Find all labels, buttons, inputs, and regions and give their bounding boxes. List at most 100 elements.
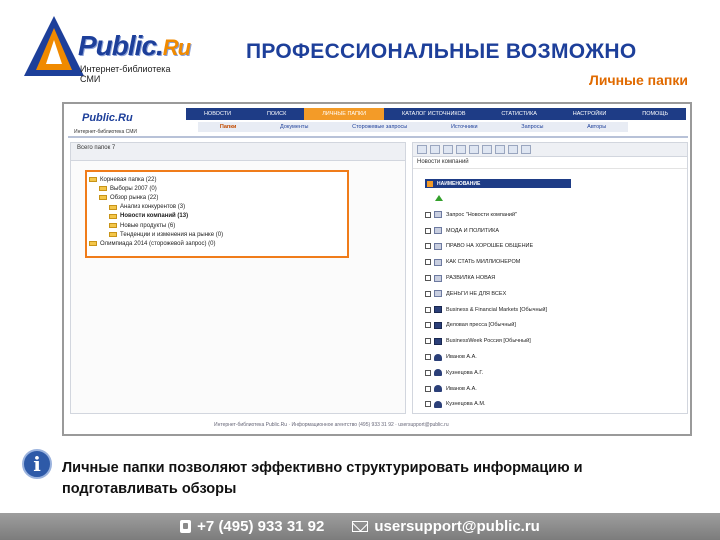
tree-node-label: Новые продукты (6) — [120, 222, 176, 229]
list-item[interactable]: Кузнецова А.Г. — [425, 365, 625, 381]
row-checkbox[interactable] — [425, 322, 431, 329]
tree-node[interactable]: Олимпиада 2014 (сторожевой запрос) (0) — [89, 239, 347, 248]
app-screenshot: Public.Ru Интернет-библиотека СМИ НОВОСТ… — [62, 102, 692, 436]
info-text: Личные папки позволяют эффективно структ… — [62, 460, 583, 497]
nav-tab-settings[interactable]: НАСТРОЙКИ — [555, 108, 624, 120]
list-item-label[interactable]: КАК СТАТЬ МИЛЛИОНЕРОМ — [446, 259, 520, 265]
folder-count: Всего папок 7 — [77, 145, 116, 151]
nav-tab-news[interactable]: НОВОСТИ — [186, 108, 249, 120]
select-all-checkbox[interactable] — [427, 180, 433, 187]
column-header-name[interactable]: НАИМЕНОВАНИЕ — [437, 181, 480, 187]
app-logo-title: Public.Ru — [82, 112, 133, 124]
row-checkbox[interactable] — [425, 338, 431, 345]
subnav-authors[interactable]: Авторы — [565, 122, 628, 132]
tree-node-label: Новости компаний (13) — [120, 213, 189, 220]
row-checkbox[interactable] — [425, 259, 431, 266]
list-item[interactable]: Иванов А.А. — [425, 349, 625, 365]
list-item-label[interactable]: РАЗВИЛКА НОВАЯ — [446, 275, 495, 281]
logo-tagline: Интернет-библиотека СМИ — [80, 64, 171, 84]
tree-node-label: Выборы 2007 (0) — [110, 185, 157, 192]
subnav-queries[interactable]: Запросы — [499, 122, 565, 132]
nav-tab-statistics[interactable]: СТАТИСТИКА — [483, 108, 554, 120]
list-item-label[interactable]: Кузнецова А.М. — [446, 401, 485, 407]
list-item[interactable]: BusinessWeek Россия [Обычный] — [425, 333, 625, 349]
list-item[interactable]: Запрос "Новости компаний" — [425, 207, 625, 223]
subnav-folders[interactable]: Папки — [198, 122, 258, 132]
list-item-label[interactable]: ДЕНЬГИ НЕ ДЛЯ ВСЕХ — [446, 291, 506, 297]
phone-contact[interactable]: +7 (495) 933 31 92 — [180, 518, 324, 535]
list-item-label[interactable]: Кузнецова А.Г. — [446, 370, 483, 376]
list-item[interactable]: Кузнецова А.М. — [425, 397, 625, 413]
nav-tab-source-catalog[interactable]: КАТАЛОГ ИСТОЧНИКОВ — [384, 108, 483, 120]
contents-title: Новости компаний — [413, 157, 687, 169]
list-item-label[interactable]: МОДА И ПОЛИТИКА — [446, 228, 499, 234]
tree-node-label: Тенденции и изменения на рынке (0) — [120, 231, 224, 238]
folder-icon — [109, 213, 117, 219]
email-contact[interactable]: usersupport@public.ru — [352, 518, 540, 535]
folder-icon — [89, 177, 97, 183]
tree-node-selected[interactable]: Новости компаний (13) — [89, 212, 347, 221]
slide-title: ПРОФЕССИОНАЛЬНЫЕ ВОЗМОЖНО — [246, 40, 637, 63]
row-checkbox[interactable] — [425, 385, 431, 392]
folder-up-icon[interactable] — [469, 145, 479, 154]
author-icon — [434, 400, 442, 408]
tree-node[interactable]: Тенденции и изменения на рынке (0) — [89, 230, 347, 239]
source-icon — [434, 337, 442, 345]
tree-node[interactable]: Анализ конкурентов (3) — [89, 203, 347, 212]
list-item-label[interactable]: BusinessWeek Россия [Обычный] — [446, 338, 531, 344]
row-checkbox[interactable] — [425, 354, 431, 361]
home-icon[interactable] — [456, 145, 466, 154]
duplicate-icon[interactable] — [495, 145, 505, 154]
row-checkbox[interactable] — [425, 275, 431, 282]
forward-icon[interactable] — [417, 145, 427, 154]
list-item[interactable]: Иванов А.А. — [425, 381, 625, 397]
logo-triangle-icon — [24, 16, 84, 76]
row-checkbox[interactable] — [425, 211, 431, 218]
logo-brand: Public.Ru — [78, 30, 191, 61]
author-icon — [434, 369, 442, 377]
row-checkbox[interactable] — [425, 243, 431, 250]
app-footer-text: Интернет-библиотека Public.Ru · Информац… — [214, 422, 449, 428]
header-divider — [68, 136, 688, 138]
tree-node-label: Анализ конкурентов (3) — [120, 204, 186, 211]
check-icon[interactable] — [521, 145, 531, 154]
author-icon — [434, 385, 442, 393]
subnav-sources[interactable]: Источники — [429, 122, 499, 132]
list-item-label[interactable]: Иванов А.А. — [446, 386, 477, 392]
list-item-label[interactable]: Деловая пресса [Обычный] — [446, 322, 516, 328]
nav-tab-help[interactable]: ПОМОЩЬ — [624, 108, 686, 120]
tree-node[interactable]: Выборы 2007 (0) — [89, 184, 347, 193]
expand-icon[interactable] — [508, 145, 518, 154]
tree-node-label: Олимпиада 2014 (сторожевой запрос) (0) — [100, 240, 216, 247]
tree-node[interactable]: Обзор рынка (22) — [89, 193, 347, 202]
subnav-documents[interactable]: Документы — [258, 122, 330, 132]
list-item[interactable]: РАЗВИЛКА НОВАЯ — [425, 270, 625, 286]
tree-node[interactable]: Корневая папка (22) — [89, 175, 347, 184]
row-checkbox[interactable] — [425, 401, 431, 408]
move-icon[interactable] — [443, 145, 453, 154]
document-icon — [434, 211, 442, 219]
nav-tab-personal-folders[interactable]: ЛИЧНЫЕ ПАПКИ — [304, 108, 385, 120]
list-item-label[interactable]: Иванов А.А. — [446, 354, 477, 360]
copy-icon[interactable] — [430, 145, 440, 154]
row-checkbox[interactable] — [425, 227, 431, 234]
list-item[interactable]: МОДА И ПОЛИТИКА — [425, 223, 625, 239]
folder-tree-highlight: Корневая папка (22) Выборы 2007 (0) Обзо… — [85, 170, 349, 258]
row-checkbox[interactable] — [425, 369, 431, 376]
row-checkbox[interactable] — [425, 290, 431, 297]
list-item-label[interactable]: Запрос "Новости компаний" — [446, 212, 517, 218]
nav-tab-search[interactable]: ПОИСК — [249, 108, 304, 120]
tree-node[interactable]: Новые продукты (6) — [89, 221, 347, 230]
list-item[interactable]: ДЕНЬГИ НЕ ДЛЯ ВСЕХ — [425, 286, 625, 302]
subnav-watch-queries[interactable]: Сторожевые запросы — [330, 122, 429, 132]
list-item[interactable]: Деловая пресса [Обычный] — [425, 318, 625, 334]
list-item[interactable]: КАК СТАТЬ МИЛЛИОНЕРОМ — [425, 254, 625, 270]
row-checkbox[interactable] — [425, 306, 431, 313]
up-arrow-icon[interactable] — [435, 195, 443, 201]
delete-icon[interactable] — [482, 145, 492, 154]
folder-icon — [99, 186, 107, 192]
list-item[interactable]: Business & Financial Markets [Обычный] — [425, 302, 625, 318]
list-item-label[interactable]: ПРАВО НА ХОРОШЕЕ ОБЩЕНИЕ — [446, 243, 533, 249]
list-item-label[interactable]: Business & Financial Markets [Обычный] — [446, 307, 547, 313]
list-item[interactable]: ПРАВО НА ХОРОШЕЕ ОБЩЕНИЕ — [425, 239, 625, 255]
